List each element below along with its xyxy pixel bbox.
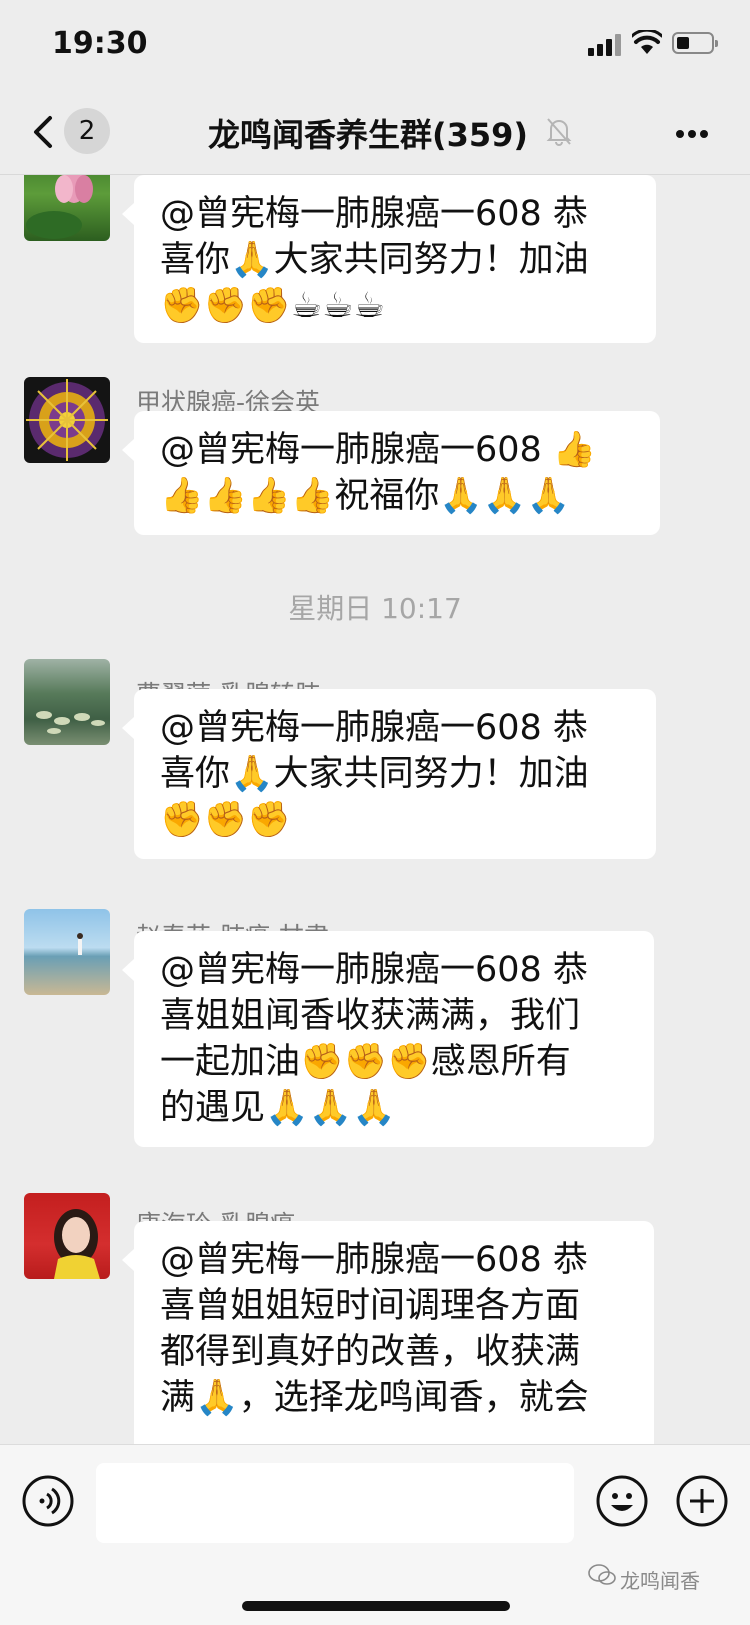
message-text-line: 满🙏，选择龙鸣闻香，就会 [160, 1378, 589, 1418]
battery-icon [672, 32, 718, 54]
message-text-line: @曾宪梅一肺腺癌一608 恭 [160, 950, 588, 990]
message-text-line: ✊✊✊ [160, 800, 291, 840]
message-bubble[interactable]: @曾宪梅一肺腺癌一608 恭 喜姐姐闻香收获满满，我们 一起加油✊✊✊感恩所有 … [122, 931, 654, 1147]
wechat-logo-icon [588, 1564, 616, 1585]
message-text-line: 喜曾姐姐短时间调理各方面 [160, 1286, 581, 1326]
home-indicator[interactable] [242, 1601, 510, 1611]
status-time: 19:30 [52, 26, 148, 61]
lily-pads-icon [36, 711, 105, 734]
group-chat-title[interactable]: 龙鸣闻香养生群(359) [208, 110, 528, 156]
mandala-avatar[interactable] [24, 377, 110, 463]
mute-bell-icon [546, 118, 572, 146]
add-more-icon[interactable] [676, 1475, 728, 1527]
chat-header: 2 龙鸣闻香养生群(359) [0, 92, 750, 175]
more-options-icon[interactable] [672, 122, 712, 142]
cellular-signal-icon [588, 34, 622, 56]
message-text-line: @曾宪梅一肺腺癌一608 恭 [160, 194, 588, 234]
message-bubble[interactable]: @曾宪梅一肺腺癌一608 👍 👍👍👍👍祝福你🙏🙏🙏 [122, 411, 660, 535]
message-text-line: 喜姐姐闻香收获满满，我们 [160, 996, 581, 1036]
message-input-bar: 龙鸣闻香 [0, 1444, 750, 1625]
watermark-text: 龙鸣闻香 [620, 1569, 700, 1593]
message-bubble[interactable]: @曾宪梅一肺腺癌一608 恭 喜你🙏大家共同努力！加油 ✊✊✊ [122, 689, 656, 859]
message-text-line: 喜你🙏大家共同努力！加油 [160, 754, 589, 794]
message-text-line: 👍👍👍👍祝福你🙏🙏🙏 [160, 476, 571, 516]
message-text-input[interactable] [96, 1463, 574, 1543]
back-chevron-icon[interactable] [26, 110, 66, 154]
chat-timestamp: 星期日 10:17 [288, 592, 462, 625]
unread-count-badge[interactable]: 2 [64, 108, 110, 154]
message-text-line: 都得到真好的改善，收获满 [160, 1332, 581, 1372]
wifi-icon [632, 30, 662, 54]
beach-avatar[interactable] [24, 909, 110, 995]
message-text-line: @曾宪梅一肺腺癌一608 恭 [160, 1240, 588, 1280]
message-text-line: @曾宪梅一肺腺癌一608 恭 [160, 708, 588, 748]
lotus-flower-icon [26, 175, 93, 239]
message-list[interactable]: @曾宪梅一肺腺癌一608 恭 喜你🙏大家共同努力！加油 ✊✊✊☕☕☕ 甲状腺癌-… [0, 175, 750, 1445]
message-bubble[interactable]: @曾宪梅一肺腺癌一608 恭 喜曾姐姐短时间调理各方面 都得到真好的改善，收获满… [122, 1221, 654, 1445]
portrait-icon [54, 1209, 100, 1279]
woman-avatar[interactable] [24, 1193, 110, 1279]
beach-person-icon [77, 933, 83, 955]
message-bubble[interactable]: @曾宪梅一肺腺癌一608 恭 喜你🙏大家共同努力！加油 ✊✊✊☕☕☕ [122, 175, 656, 343]
lotus-avatar[interactable] [24, 175, 110, 241]
voice-input-icon[interactable] [22, 1475, 74, 1527]
status-bar: 19:30 [0, 0, 750, 92]
message-text-line: 喜你🙏大家共同努力！加油 [160, 240, 589, 280]
message-text-line: 一起加油✊✊✊感恩所有 [160, 1042, 571, 1082]
message-text-line: ✊✊✊☕☕☕ [160, 286, 385, 326]
message-text-line: @曾宪梅一肺腺癌一608 👍 [160, 430, 597, 470]
emoji-icon[interactable] [596, 1475, 648, 1527]
message-text-line: 的遇见🙏🙏🙏 [160, 1088, 396, 1128]
pond-avatar[interactable] [24, 659, 110, 745]
mandala-icon [26, 379, 108, 461]
